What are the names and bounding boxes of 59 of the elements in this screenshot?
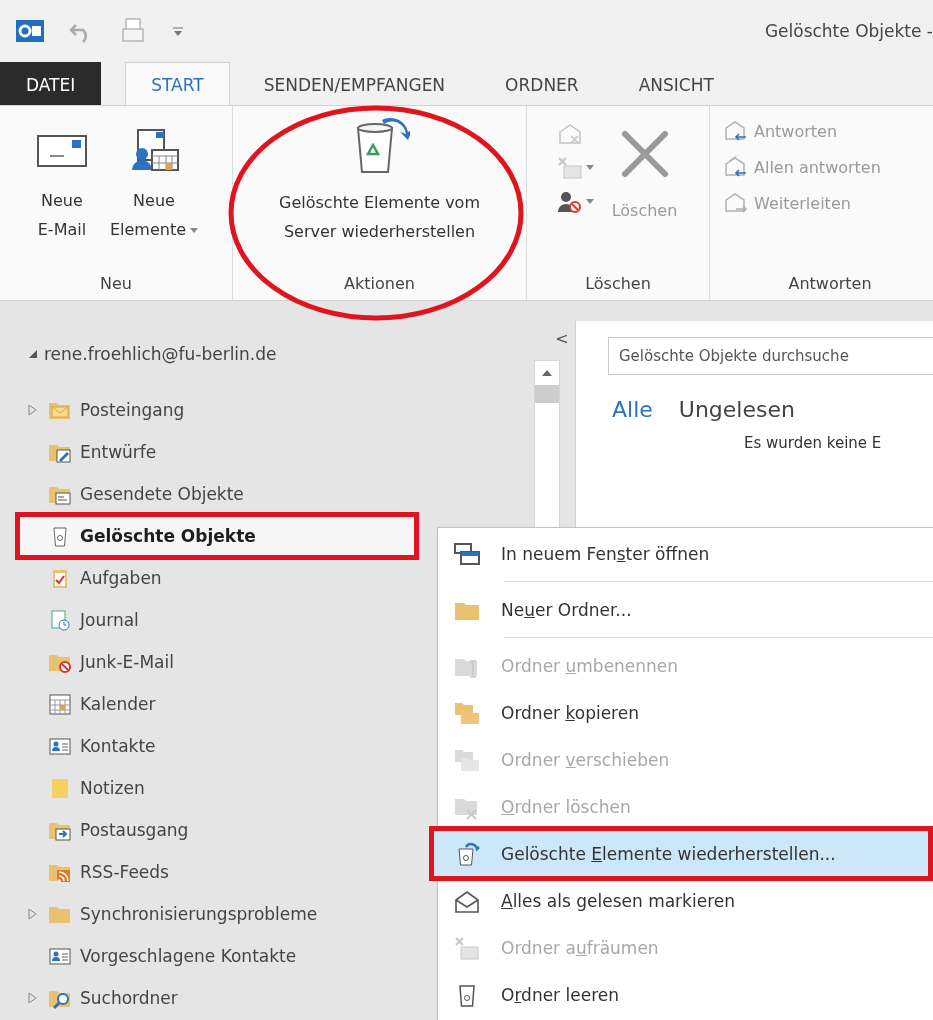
ribbon-tab[interactable]: DATEI [0, 62, 102, 106]
folder-item[interactable]: Entwürfe [18, 431, 163, 473]
group-label: Neu [100, 272, 132, 295]
ribbon-button[interactable]: Gelöschte Elemente vom Server wiederherstellen [275, 116, 484, 246]
caret-icon [190, 227, 199, 234]
ribbon-tab[interactable]: START [125, 62, 230, 106]
folder-item[interactable]: Synchronisierungsprobleme [18, 893, 324, 935]
collapsed-triangle-icon [28, 404, 38, 416]
folder-item[interactable]: Posteingang [18, 389, 191, 431]
search-field[interactable]: Gelöschte Objekte durchsuche [608, 337, 933, 375]
caret-icon [585, 165, 594, 171]
scrollbar-thumb[interactable] [535, 385, 559, 403]
windows-icon [453, 540, 481, 567]
scroll-up-icon [542, 370, 552, 376]
empty-message: Es wurden keine E [744, 434, 883, 452]
collapsed-triangle-icon [28, 908, 38, 920]
filter-tab[interactable]: Alle [612, 397, 653, 422]
folder-item[interactable]: Aufgaben [18, 557, 168, 599]
menu-item[interactable]: Ordner kopieren [433, 689, 929, 736]
group-label: Antworten [788, 272, 872, 295]
ribbon-tab[interactable]: ORDNER [479, 62, 605, 106]
window-title: Gelöschte Objekte - [764, 21, 933, 41]
envelope-cross-icon [556, 122, 583, 146]
folder-item[interactable]: Journal [18, 599, 145, 641]
menu-item[interactable]: Alles als gelesen markieren [433, 877, 929, 924]
envelopes-cross-icon [453, 934, 481, 961]
outlook-logo-icon [16, 18, 44, 44]
caret-icon [585, 199, 594, 205]
folder-item[interactable]: Vorgeschlagene Kontakte [18, 935, 303, 977]
envelopes-cross-icon [556, 156, 583, 180]
expanded-triangle-icon [28, 349, 38, 359]
forward-envelope-icon [724, 192, 748, 214]
folder-item[interactable]: RSS-Feeds [18, 851, 175, 893]
folder-item[interactable]: Notizen [18, 767, 151, 809]
folder-item[interactable]: Gelöschte Objekte [18, 515, 416, 557]
calendar-icon [48, 692, 72, 716]
quick-access-caret-icon [172, 25, 184, 37]
group-label: Aktionen [344, 272, 415, 295]
group-label: Löschen [585, 272, 651, 295]
folder-item[interactable]: Junk-E-Mail [18, 641, 180, 683]
filter-tab[interactable]: Ungelesen [678, 397, 795, 422]
menu-item[interactable]: Neuer Ordner... [433, 586, 929, 633]
collapse-button[interactable]: < [555, 329, 569, 348]
clock-document-icon [48, 608, 72, 632]
ribbon-tab[interactable]: ANSICHT [612, 62, 740, 106]
ribbon-tab[interactable]: SENDEN/EMPFANGEN [237, 62, 472, 106]
account-node[interactable]: rene.froehlich@fu-berlin.de [0, 337, 277, 371]
collapsed-triangle-icon [28, 992, 38, 1004]
folder-item[interactable]: Postausgang [18, 809, 195, 851]
folder-item[interactable]: Kalender [18, 683, 162, 725]
reply-all-envelope-icon [724, 156, 748, 178]
menu-item[interactable]: Ordner leeren [433, 971, 929, 1018]
menu-item[interactable]: In neuem Fenster öffnen [433, 530, 929, 577]
person-blocked-icon [556, 190, 583, 214]
reply-envelope-icon [724, 120, 748, 142]
folder-item[interactable]: Kontakte [18, 725, 162, 767]
folder-item[interactable]: Suchordner [18, 977, 184, 1019]
ribbon-button[interactable]: Neue Elemente [105, 116, 203, 244]
ribbon-button[interactable]: Neue E-Mail [29, 116, 94, 244]
